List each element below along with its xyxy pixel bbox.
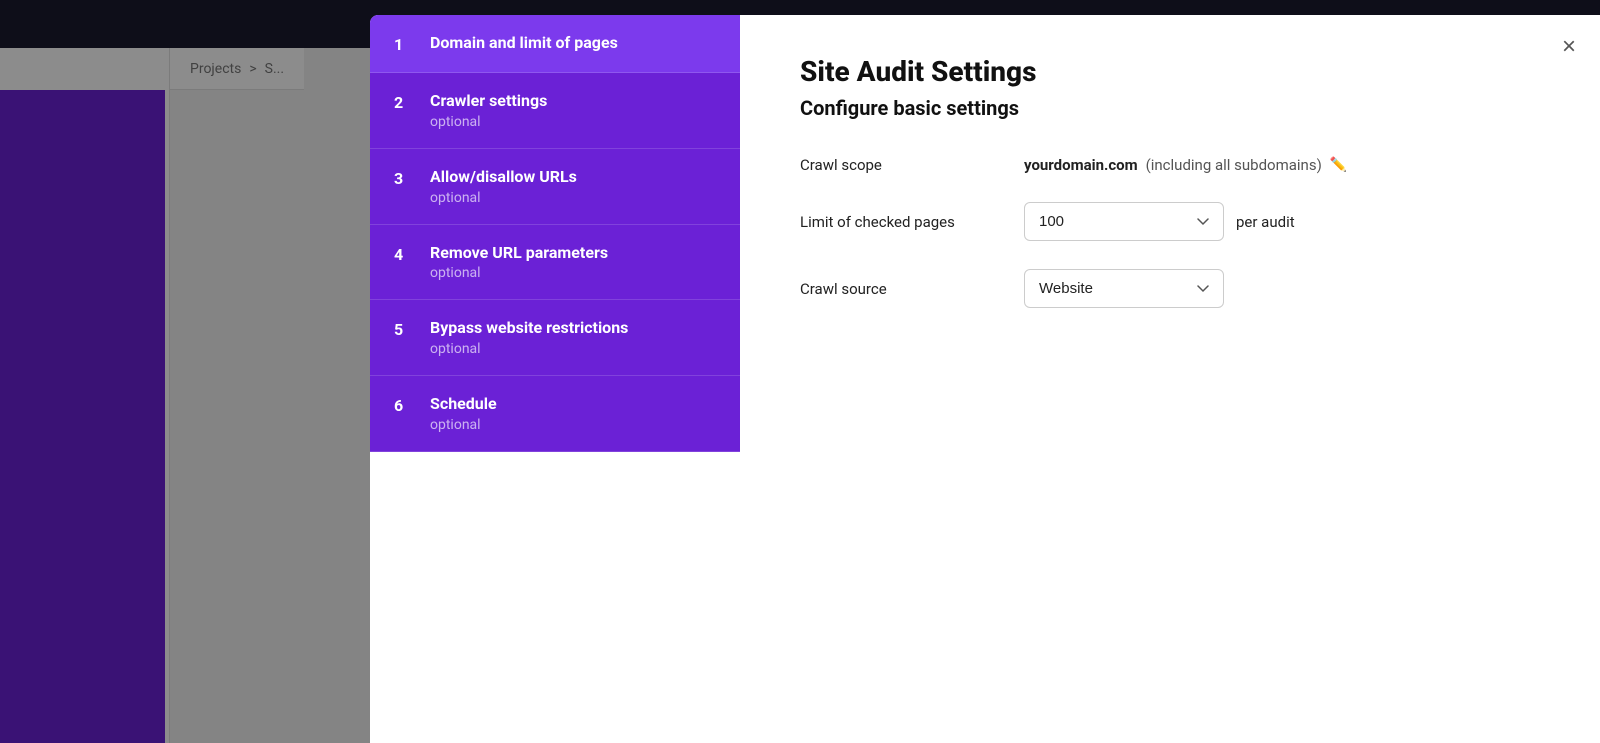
modal-close-button[interactable]: × (1562, 35, 1576, 59)
sidebar-item-4-subtitle: optional (430, 265, 608, 281)
sidebar-item-5-subtitle: optional (430, 341, 628, 357)
sidebar-item-1[interactable]: 1 Domain and limit of pages (370, 15, 740, 73)
sidebar-item-2-content: Crawler settings optional (430, 91, 547, 130)
sidebar-item-3-subtitle: optional (430, 190, 577, 206)
sidebar-item-5-number: 5 (394, 320, 414, 339)
limit-pages-row: Limit of checked pages 100 500 1000 5000… (800, 202, 1540, 241)
sidebar-item-4-content: Remove URL parameters optional (430, 243, 608, 282)
sidebar-item-3-title: Allow/disallow URLs (430, 167, 577, 188)
sidebar-item-5[interactable]: 5 Bypass website restrictions optional (370, 300, 740, 376)
sidebar-item-2-subtitle: optional (430, 114, 547, 130)
crawl-source-select[interactable]: Website Sitemap Website and sitemap (1024, 269, 1224, 308)
crawl-source-row: Crawl source Website Sitemap Website and… (800, 269, 1540, 308)
sidebar-item-6-title: Schedule (430, 394, 497, 415)
sidebar-item-5-title: Bypass website restrictions (430, 318, 628, 339)
sidebar-item-1-content: Domain and limit of pages (430, 33, 618, 54)
sidebar-item-4-number: 4 (394, 245, 414, 264)
sidebar-item-4-title: Remove URL parameters (430, 243, 608, 264)
sidebar-item-6[interactable]: 6 Schedule optional (370, 376, 740, 452)
sidebar-item-6-number: 6 (394, 396, 414, 415)
edit-icon[interactable]: ✏️ (1330, 157, 1347, 173)
sidebar-item-2-number: 2 (394, 93, 414, 112)
crawl-scope-label: Crawl scope (800, 156, 1000, 174)
limit-pages-label: Limit of checked pages (800, 213, 1000, 231)
sidebar-item-6-content: Schedule optional (430, 394, 497, 433)
sidebar-item-6-subtitle: optional (430, 417, 497, 433)
limit-pages-controls: 100 500 1000 5000 10000 20000 50000 1000… (1024, 202, 1295, 241)
sidebar-item-1-number: 1 (394, 35, 414, 54)
modal: 1 Domain and limit of pages 2 Crawler se… (370, 15, 1600, 743)
sidebar-item-2[interactable]: 2 Crawler settings optional (370, 73, 740, 149)
crawl-scope-row: Crawl scope yourdomain.com (including al… (800, 156, 1540, 174)
crawl-scope-value: yourdomain.com (including all subdomains… (1024, 156, 1347, 174)
modal-subtitle: Configure basic settings (800, 96, 1540, 120)
sidebar-item-3[interactable]: 3 Allow/disallow URLs optional (370, 149, 740, 225)
crawl-scope-domain: yourdomain.com (1024, 156, 1138, 174)
crawl-scope-suffix: (including all subdomains) (1146, 156, 1322, 174)
crawl-source-label: Crawl source (800, 280, 1000, 298)
sidebar-item-4[interactable]: 4 Remove URL parameters optional (370, 225, 740, 301)
modal-sidebar: 1 Domain and limit of pages 2 Crawler se… (370, 15, 740, 743)
sidebar-item-3-number: 3 (394, 169, 414, 188)
limit-pages-select[interactable]: 100 500 1000 5000 10000 20000 50000 1000… (1024, 202, 1224, 241)
modal-main-content: × Site Audit Settings Configure basic se… (740, 15, 1600, 743)
sidebar-item-3-content: Allow/disallow URLs optional (430, 167, 577, 206)
sidebar-item-5-content: Bypass website restrictions optional (430, 318, 628, 357)
sidebar-item-2-title: Crawler settings (430, 91, 547, 112)
modal-title: Site Audit Settings (800, 55, 1540, 88)
per-audit-label: per audit (1236, 213, 1295, 231)
sidebar-item-1-title: Domain and limit of pages (430, 33, 618, 54)
